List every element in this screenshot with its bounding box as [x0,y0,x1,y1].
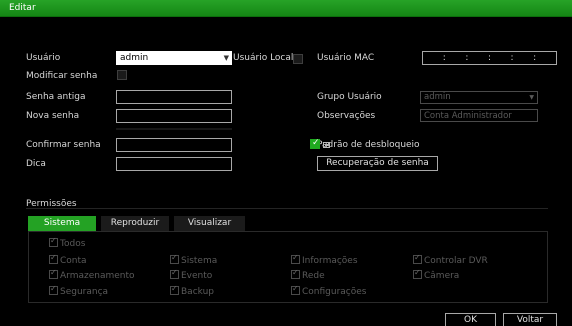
back-button[interactable]: Voltar [503,313,557,326]
checkbox-icon [170,253,179,264]
mac-user-label: Usuário MAC [317,53,375,63]
mac-address-input[interactable]: : : : : : [422,51,557,65]
window-title: Editar [9,3,36,13]
user-group-label: Grupo Usuário [317,92,382,102]
permission-item[interactable]: Armazenamento [49,268,135,281]
permission-item[interactable]: Configurações [291,284,366,297]
permission-item[interactable]: Segurança [49,284,108,297]
unlock-pattern-checkbox[interactable] [310,138,320,149]
checkbox-icon [291,253,300,264]
user-label: Usuário [26,53,61,63]
tab-visualizar[interactable]: Visualizar [174,216,245,231]
checkbox-icon [49,236,58,247]
password-strength-bar [116,128,232,130]
unlock-pattern-icon[interactable] [323,142,330,148]
checkbox-icon [291,268,300,279]
checkbox-icon [413,268,422,279]
ok-button[interactable]: OK [445,313,496,326]
section-divider [26,208,548,209]
mac-separator: : [442,53,446,63]
old-password-input[interactable] [116,90,232,104]
hint-label: Dica [26,159,46,169]
tab-reproduzir[interactable]: Reproduzir [101,216,169,231]
permission-item[interactable]: Rede [291,268,325,281]
mac-separator: : [465,53,469,63]
new-password-input[interactable] [116,109,232,123]
user-select-value: admin [120,53,149,63]
chevron-down-icon: ▼ [223,54,229,62]
mac-separator: : [533,53,537,63]
checkbox-icon [413,253,422,264]
permission-all[interactable]: Todos [49,236,85,249]
mac-separator: : [487,53,491,63]
user-group-select: admin ▼ [420,91,538,104]
old-password-label: Senha antiga [26,92,86,102]
confirm-password-label: Confirmar senha [26,140,101,150]
user-group-value: admin [424,92,451,102]
permission-item[interactable]: Câmera [413,268,459,281]
permission-item[interactable]: Conta [49,253,87,266]
checkbox-icon [170,284,179,295]
checkbox-icon [49,253,58,264]
permission-item[interactable]: Backup [170,284,214,297]
unlock-pattern-label: Padrão de desbloqueio [317,140,420,150]
local-user-checkbox[interactable] [293,54,303,64]
notes-input: Conta Administrador [420,109,538,122]
modify-password-label: Modificar senha [26,71,98,81]
checkbox-icon [49,284,58,295]
checkbox-icon [49,268,58,279]
permission-item[interactable]: Evento [170,268,212,281]
checkbox-icon [170,268,179,279]
new-password-label: Nova senha [26,111,80,121]
window-title-bar: Editar [0,0,572,17]
mac-separator: : [510,53,514,63]
notes-value: Conta Administrador [424,111,512,121]
chevron-down-icon: ▼ [529,94,534,101]
notes-label: Observações [317,111,376,121]
permission-item[interactable]: Informações [291,253,358,266]
checkbox-icon [291,284,300,295]
permission-item[interactable]: Sistema [170,253,217,266]
permission-item[interactable]: Controlar DVR [413,253,488,266]
modify-password-checkbox[interactable] [117,70,127,80]
user-select[interactable]: admin ▼ [116,51,232,65]
tab-sistema[interactable]: Sistema [28,216,96,231]
confirm-password-input[interactable] [116,138,232,152]
local-user-label: Usuário Local [233,53,294,63]
hint-input[interactable] [116,157,232,171]
password-recovery-button[interactable]: Recuperação de senha [317,156,438,171]
